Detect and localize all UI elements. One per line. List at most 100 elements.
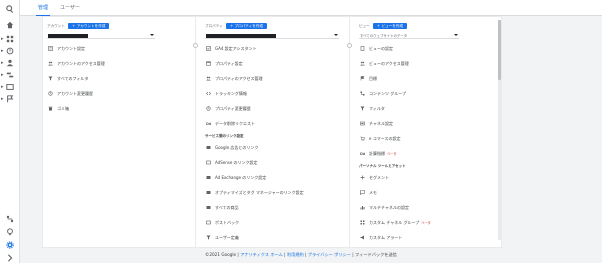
send-feedback-link[interactable]: フィードバックを送信 <box>355 252 397 257</box>
menu-label: フィルタ <box>369 105 385 111</box>
all-products-item[interactable]: すべての商品 <box>205 200 304 215</box>
products-icon <box>205 205 211 211</box>
adsense-icon <box>205 160 211 166</box>
menu-label: アカウント設定 <box>57 45 85 51</box>
grid-icon <box>359 220 365 226</box>
goals-item[interactable]: 目標 <box>359 71 431 86</box>
optimize-tagmanager-link-item[interactable]: オプティマイズとタグ マネージャーのリンク設定 <box>205 185 304 200</box>
footer-separator: | <box>305 252 307 257</box>
property-access-item[interactable]: プロパティのアクセス管理 <box>205 71 304 86</box>
view-access-item[interactable]: ビューのアクセス管理 <box>359 56 431 71</box>
menu-label: ビューのアクセス管理 <box>369 60 409 66</box>
all-filters-item[interactable]: すべてのフィルタ <box>47 71 105 86</box>
top-tab-bar: 管理 ユーザー <box>20 0 602 16</box>
google-ads-link-item[interactable]: Google 広告とのリンク <box>205 140 304 155</box>
customization-icon[interactable] <box>5 34 15 44</box>
menu-label: カスタム アラート <box>369 234 403 240</box>
page-footer: ©2021 Google | アナリティクス ホーム | 利用規約 | プライバ… <box>0 252 602 258</box>
column-link-icon <box>347 43 352 48</box>
acquisition-icon[interactable] <box>5 70 15 80</box>
menu-label: プロパティ変更履歴 <box>215 105 251 111</box>
filter-icon <box>47 76 53 82</box>
search-icon[interactable] <box>5 4 15 14</box>
discover-icon[interactable] <box>5 227 15 237</box>
privacy-policy-link[interactable]: プライバシー ポリシー <box>308 252 351 257</box>
account-history-item[interactable]: アカウント変更履歴 <box>47 86 105 101</box>
account-access-item[interactable]: アカウントのアクセス管理 <box>47 56 105 71</box>
dd-icon: Dd <box>205 121 211 127</box>
expand-caret: ▸ <box>1 36 4 42</box>
window-icon <box>205 61 211 67</box>
menu-label: データ削除リクエスト <box>215 120 255 126</box>
ga4-setup-item[interactable]: GA4 設定アシスタント <box>205 41 304 56</box>
calculated-metrics-item[interactable]: Dd 計算指標 ベータ <box>359 146 431 161</box>
menu-label: ユーザー定義 <box>215 234 239 240</box>
custom-definitions-item[interactable]: ユーザー定義 <box>205 230 304 245</box>
realtime-icon[interactable] <box>5 46 15 56</box>
tab-admin[interactable]: 管理 <box>36 3 51 16</box>
menu-label: 目標 <box>369 75 377 81</box>
account-settings-item[interactable]: アカウント設定 <box>47 41 105 56</box>
menu-label: チャネル設定 <box>369 120 393 126</box>
filters-item[interactable]: フィルタ <box>359 101 431 116</box>
tracking-info-item[interactable]: トラッキング情報 <box>205 86 304 101</box>
view-settings-item[interactable]: ビューの設定 <box>359 41 431 56</box>
copyright-text: ©2021 Google | <box>205 252 239 257</box>
definitions-icon <box>205 235 211 241</box>
create-account-button[interactable]: ＋ アカウントを作成 <box>67 23 110 29</box>
audience-icon[interactable] <box>5 58 15 68</box>
view-header: ビュー ＋ ビューを作成 <box>359 21 408 31</box>
menu-label: すべての商品 <box>215 204 239 210</box>
conversions-icon[interactable] <box>5 94 15 104</box>
menu-label: メモ <box>369 189 377 195</box>
scrollbar-thumb[interactable] <box>498 20 501 80</box>
create-property-button[interactable]: ＋ プロパティを作成 <box>225 23 268 29</box>
multichannel-settings-item[interactable]: マルチチャネルの設定 <box>359 200 431 215</box>
custom-alerts-item[interactable]: カスタム アラート <box>359 230 431 245</box>
column-divider <box>195 17 196 249</box>
property-history-item[interactable]: プロパティ変更履歴 <box>205 101 304 116</box>
property-settings-item[interactable]: プロパティ設定 <box>205 56 304 71</box>
chevron-down-icon <box>334 34 338 36</box>
segments-item[interactable]: セグメント <box>359 170 431 185</box>
postbacks-item[interactable]: ポストバック <box>205 215 304 230</box>
trash-item[interactable]: ゴミ箱 <box>47 101 105 116</box>
ad-exchange-link-item[interactable]: Ad Exchange のリンク設定 <box>205 170 304 185</box>
property-column: プロパティ ＋ プロパティを作成 GA4 設定アシスタント プロパティ設定 プロ… <box>201 17 347 249</box>
people-icon <box>359 61 365 67</box>
channel-settings-item[interactable]: チャネル設定 <box>359 116 431 131</box>
data-deletion-item[interactable]: Dd データ削除リクエスト <box>205 116 304 131</box>
custom-channel-grouping-item[interactable]: カスタム チャネル グループ ベータ <box>359 215 431 230</box>
settings-icon[interactable] <box>5 240 15 250</box>
account-label: アカウント <box>47 23 65 28</box>
menu-label: アカウント変更履歴 <box>57 90 93 96</box>
terms-link[interactable]: 利用規約 <box>287 252 304 257</box>
view-column: ビュー ＋ ビューを作成 すべてのウェブサイトのデータ ビューの設定 ビューのア… <box>355 17 495 249</box>
cart-icon <box>359 136 365 142</box>
account-selector[interactable] <box>47 33 155 39</box>
panel-scrollbar[interactable] <box>498 20 501 240</box>
account-name-redacted <box>48 34 88 38</box>
ecommerce-settings-item[interactable]: e コマースの設定 <box>359 131 431 146</box>
view-selector[interactable]: すべてのウェブサイトのデータ <box>359 33 459 39</box>
dd-icon: Dd <box>359 151 365 157</box>
property-selector[interactable] <box>205 33 339 39</box>
menu-label: オプティマイズとタグ マネージャーのリンク設定 <box>215 189 304 195</box>
history-icon <box>205 106 211 112</box>
flag-icon <box>359 76 365 82</box>
menu-label: 計算指標 <box>369 150 385 156</box>
view-menu: ビューの設定 ビューのアクセス管理 目標 コンテンツ グループ フィルタ チャネ… <box>359 41 431 245</box>
tab-users[interactable]: ユーザー <box>58 3 82 16</box>
annotations-item[interactable]: メモ <box>359 185 431 200</box>
create-view-button[interactable]: ＋ ビューを作成 <box>372 23 408 29</box>
behavior-icon[interactable] <box>5 82 15 92</box>
home-icon[interactable] <box>5 20 15 30</box>
tree-icon <box>359 91 365 97</box>
content-grouping-item[interactable]: コンテンツ グループ <box>359 86 431 101</box>
property-header: プロパティ ＋ プロパティを作成 <box>205 21 268 31</box>
analytics-home-link[interactable]: アナリティクス ホーム <box>240 252 283 257</box>
expand-caret: ▸ <box>1 60 4 66</box>
attribution-icon[interactable] <box>5 214 15 224</box>
menu-label: カスタム チャネル グループ <box>369 219 420 225</box>
adsense-link-item[interactable]: AdSense のリンク設定 <box>205 155 304 170</box>
